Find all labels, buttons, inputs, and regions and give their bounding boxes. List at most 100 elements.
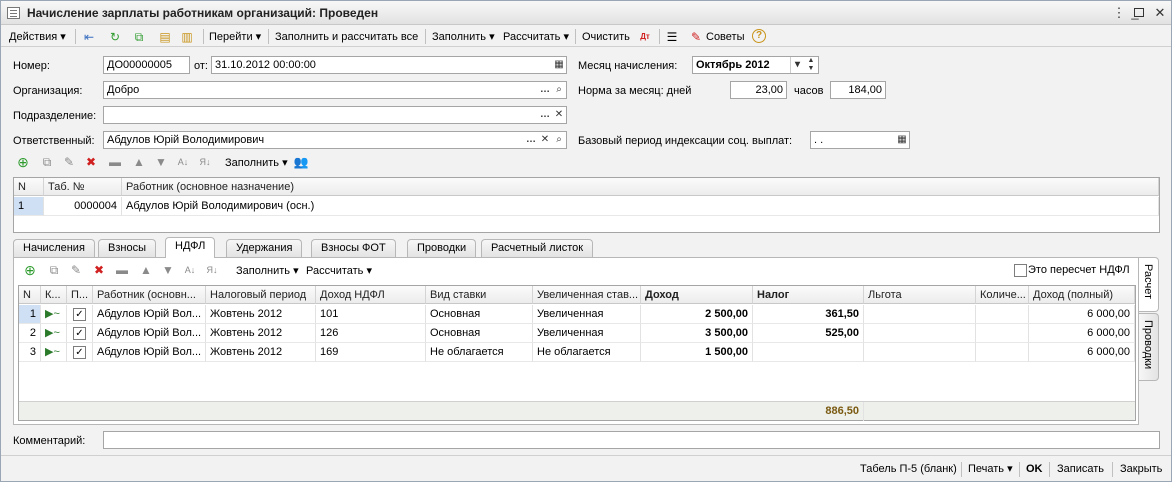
responsible-field[interactable]: Абдулов Юрій Володимирович … ✕ ⌕ — [103, 131, 567, 149]
month-dropdown-icon[interactable]: ▾ — [790, 57, 804, 73]
tab-postings[interactable]: Проводки — [407, 239, 477, 257]
print-menu[interactable]: Печать ▾ — [968, 461, 1013, 477]
column-header[interactable]: Доход НДФЛ — [316, 286, 426, 304]
month-field[interactable]: Октябрь 2012 ▾ ▲ ▼ — [692, 56, 819, 74]
add-icon[interactable]: ⊕ — [15, 154, 31, 170]
tab-contributions[interactable]: Взносы — [98, 239, 156, 257]
side-tab-postings[interactable]: Проводки — [1139, 313, 1159, 381]
edit-icon[interactable]: ✎ — [68, 262, 84, 278]
edit-icon[interactable]: ✎ — [61, 154, 77, 170]
column-header[interactable]: Доход (полный) — [1029, 286, 1135, 304]
column-header[interactable]: Налоговый период — [206, 286, 316, 304]
sort-desc-icon[interactable]: Я↓ — [204, 262, 220, 278]
column-header[interactable]: N — [19, 286, 41, 304]
select-employees-icon[interactable]: 👥 — [293, 154, 309, 170]
norm-days-field[interactable]: 23,00 — [730, 81, 787, 99]
move-up-icon[interactable]: ▲ — [138, 262, 154, 278]
comment-field[interactable] — [103, 431, 1160, 449]
select-ellipsis-icon[interactable]: … — [538, 82, 552, 98]
delete-icon[interactable]: ✖ — [91, 262, 107, 278]
row-checkbox[interactable]: ✓ — [73, 346, 86, 359]
base-period-field[interactable]: . . ▦ — [810, 131, 910, 149]
navigate-back-icon[interactable]: ⇤ — [81, 29, 97, 45]
move-down-icon[interactable]: ▼ — [153, 154, 169, 170]
copy-row-icon[interactable]: ⧉ — [46, 262, 62, 278]
tips-button[interactable]: Советы — [706, 29, 744, 45]
column-header[interactable]: Увеличенная став... — [533, 286, 641, 304]
open-search-icon[interactable]: ⌕ — [552, 82, 566, 98]
column-header[interactable]: Работник (основн... — [93, 286, 206, 304]
month-stepper-icon[interactable]: ▲ ▼ — [804, 57, 818, 73]
column-header[interactable]: Таб. № — [44, 178, 122, 196]
tips-icon[interactable]: ✎ — [688, 29, 704, 45]
column-header[interactable]: Работник (основное назначение) — [122, 178, 1159, 196]
post-document-icon[interactable]: ▤ — [157, 29, 173, 45]
move-down-icon[interactable]: ▼ — [160, 262, 176, 278]
sort-asc-icon[interactable]: A↓ — [182, 262, 198, 278]
ndfl-fill-menu[interactable]: Заполнить ▾ — [236, 263, 299, 279]
tabel-p5-button[interactable]: Табель П-5 (бланк) — [860, 461, 957, 477]
tab-accruals[interactable]: Начисления — [13, 239, 95, 257]
end-edit-icon[interactable]: ▬ — [114, 262, 130, 278]
menu-icon[interactable]: ⋮ — [1111, 5, 1127, 21]
calculate-menu[interactable]: Рассчитать ▾ — [503, 29, 569, 45]
number-field[interactable]: ДО00000005 — [103, 56, 190, 74]
employees-fill-menu[interactable]: Заполнить ▾ — [225, 155, 288, 171]
select-ellipsis-icon[interactable]: … — [538, 107, 552, 123]
goto-menu[interactable]: Перейти ▾ — [209, 29, 261, 45]
clear-x-icon[interactable]: ✕ — [538, 132, 552, 148]
structure-icon[interactable]: ☰ — [664, 29, 680, 45]
clear-button[interactable]: Очистить — [582, 29, 630, 45]
maximize-button[interactable] — [1132, 5, 1146, 21]
column-header[interactable]: Вид ставки — [426, 286, 533, 304]
close-button[interactable]: Закрыть — [1120, 461, 1162, 477]
copy-row-icon[interactable]: ⧉ — [39, 154, 55, 170]
tab-fot-contributions[interactable]: Взносы ФОТ — [311, 239, 396, 257]
delete-icon[interactable]: ✖ — [83, 154, 99, 170]
calendar-icon[interactable]: ▦ — [895, 132, 909, 148]
refresh-icon[interactable]: ↻ — [107, 29, 123, 45]
ndfl-recalc-label[interactable]: Это пересчет НДФЛ — [1028, 264, 1130, 276]
help-icon[interactable]: ? — [752, 29, 766, 43]
column-header[interactable]: Доход — [641, 286, 753, 304]
unpost-document-icon[interactable]: ▥ — [179, 29, 195, 45]
row-checkbox[interactable]: ✓ — [73, 327, 86, 340]
side-tab-calculation[interactable]: Расчет — [1139, 257, 1159, 312]
save-button[interactable]: Записать — [1057, 461, 1104, 477]
open-search-icon[interactable]: ⌕ — [552, 132, 566, 148]
actions-menu[interactable]: Действия ▾ — [9, 29, 66, 45]
total-tax: 886,50 — [753, 402, 864, 421]
fill-calc-all-button[interactable]: Заполнить и рассчитать все — [275, 29, 418, 45]
norm-hours-field[interactable]: 184,00 — [830, 81, 886, 99]
column-header[interactable]: Льгота — [864, 286, 976, 304]
row-checkbox[interactable]: ✓ — [73, 308, 86, 321]
column-header[interactable]: Налог — [753, 286, 864, 304]
close-window-button[interactable]: ✕ — [1152, 5, 1168, 21]
dt-kt-icon[interactable]: Дт — [637, 29, 653, 45]
organization-field[interactable]: Добро … ⌕ — [103, 81, 567, 99]
ndfl-recalc-checkbox[interactable] — [1014, 264, 1027, 277]
sort-asc-icon[interactable]: A↓ — [175, 154, 191, 170]
copy-document-icon[interactable]: ⧉ — [131, 29, 147, 45]
department-field[interactable]: … ✕ — [103, 106, 567, 124]
ok-button[interactable]: OK — [1026, 461, 1043, 477]
tab-payslip[interactable]: Расчетный листок — [481, 239, 594, 257]
organization-label: Организация: — [13, 85, 83, 97]
end-edit-icon[interactable]: ▬ — [107, 154, 123, 170]
tab-deductions[interactable]: Удержания — [226, 239, 303, 257]
column-header[interactable]: К... — [41, 286, 67, 304]
move-up-icon[interactable]: ▲ — [131, 154, 147, 170]
column-header[interactable]: Количе... — [976, 286, 1029, 304]
sort-desc-icon[interactable]: Я↓ — [197, 154, 213, 170]
fill-menu[interactable]: Заполнить ▾ — [432, 29, 495, 45]
column-header[interactable]: N — [14, 178, 44, 196]
ndfl-calc-menu[interactable]: Рассчитать ▾ — [306, 263, 372, 279]
clear-x-icon[interactable]: ✕ — [552, 107, 566, 123]
calendar-icon[interactable]: ▦ — [552, 57, 566, 73]
tab-ndfl[interactable]: НДФЛ — [165, 237, 216, 258]
column-header[interactable]: П... — [67, 286, 93, 304]
select-ellipsis-icon[interactable]: … — [524, 132, 538, 148]
date-field[interactable]: 31.10.2012 00:00:00 ▦ — [211, 56, 567, 74]
document-icon — [7, 7, 20, 19]
add-icon[interactable]: ⊕ — [22, 262, 38, 278]
